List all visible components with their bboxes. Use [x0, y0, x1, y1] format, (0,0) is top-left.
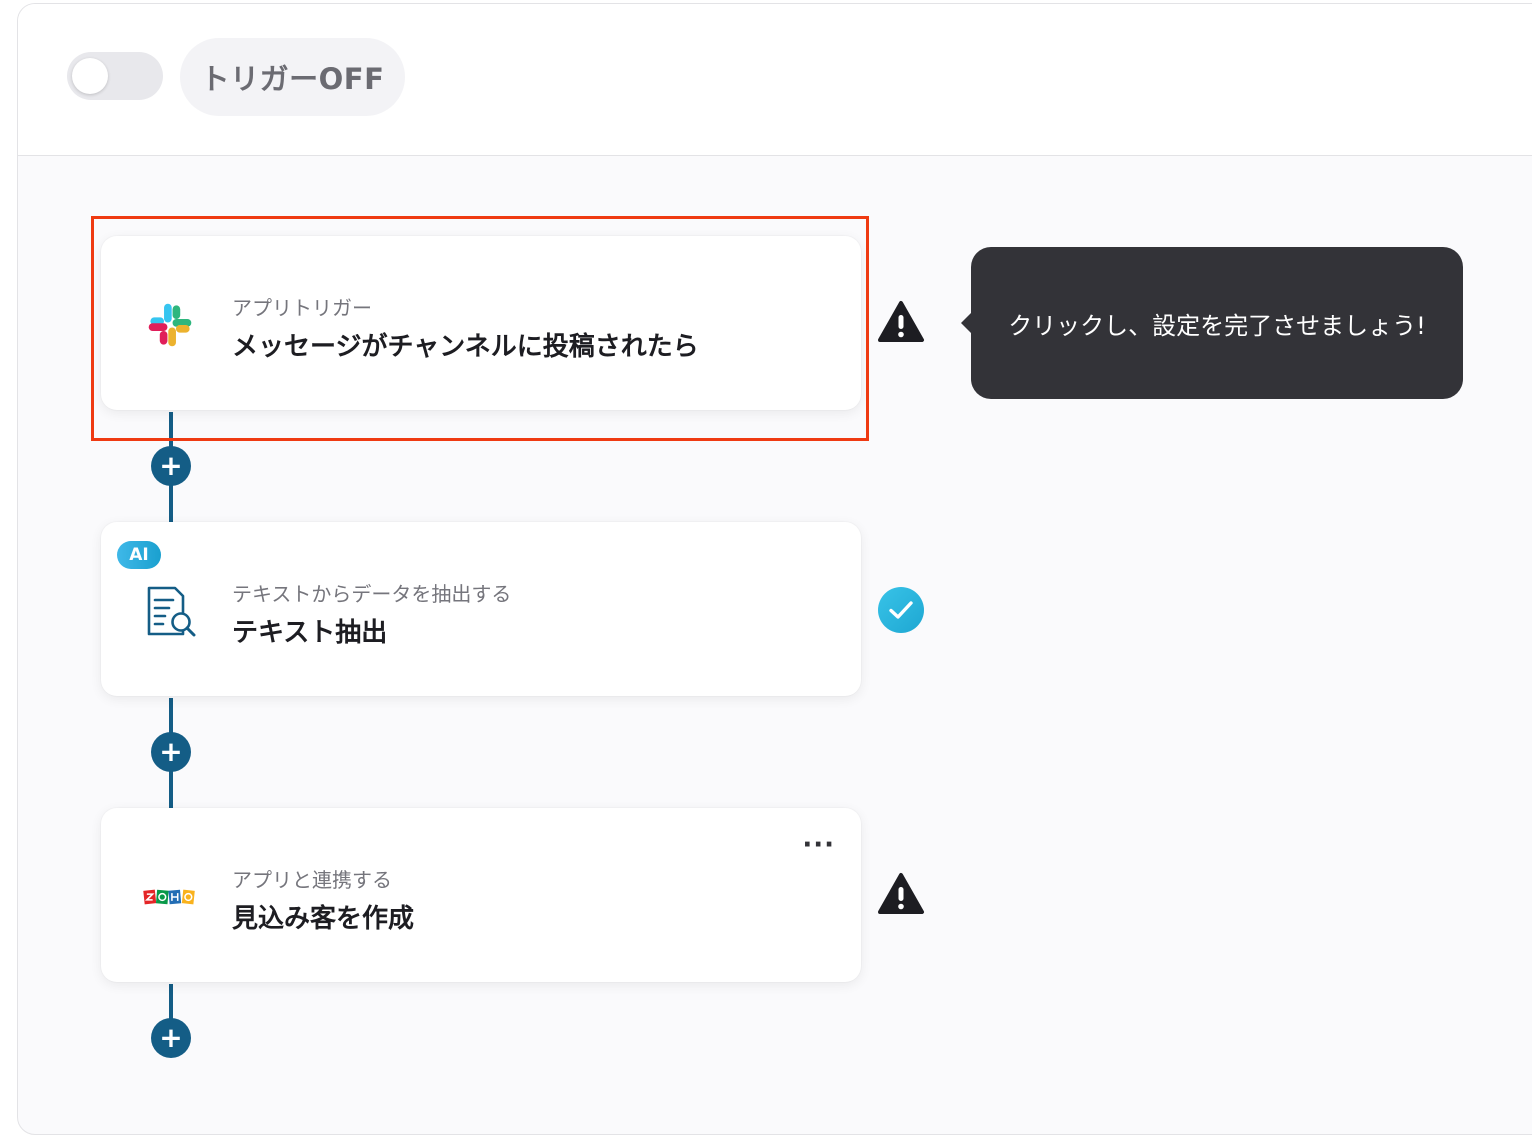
slack-icon	[143, 298, 197, 352]
step-title: 見込み客を作成	[232, 904, 415, 934]
flow-editor-panel: トリガーOFF + + + アプリトリガー メッセージがチャンネルに投稿されたら…	[17, 3, 1532, 1135]
add-step-button[interactable]: +	[151, 1018, 191, 1058]
step-subtitle: アプリトリガー	[232, 296, 372, 320]
tooltip-text: クリックし、設定を完了させましょう!	[1008, 311, 1426, 340]
step-title: メッセージがチャンネルに投稿されたら	[232, 332, 699, 362]
trigger-status-label: トリガーOFF	[180, 38, 405, 116]
step-subtitle: アプリと連携する	[232, 868, 392, 892]
step-card-text-extraction[interactable]: AI テキストからデータを抽出する テキスト抽出	[101, 522, 861, 696]
step-card-slack-trigger[interactable]: アプリトリガー メッセージがチャンネルに投稿されたら	[101, 236, 861, 410]
warning-icon	[877, 870, 925, 918]
more-options-icon[interactable]: ···	[802, 832, 835, 858]
tooltip-arrow	[961, 313, 971, 333]
top-bar: トリガーOFF	[18, 4, 1532, 156]
ai-badge: AI	[117, 541, 161, 569]
add-step-button[interactable]: +	[151, 446, 191, 486]
toggle-knob	[72, 58, 108, 94]
document-search-icon	[143, 584, 197, 638]
check-circle-icon	[877, 586, 925, 634]
step-title: テキスト抽出	[232, 618, 388, 648]
step-subtitle: テキストからデータを抽出する	[232, 582, 512, 606]
step-card-zoho-create-lead[interactable]: ··· アプリと連携する 見込み客を作成	[101, 808, 861, 982]
zoho-logo-icon	[143, 870, 197, 924]
add-step-button[interactable]: +	[151, 732, 191, 772]
warning-icon	[877, 298, 925, 346]
trigger-toggle[interactable]	[67, 52, 163, 100]
setup-tooltip: クリックし、設定を完了させましょう!	[961, 247, 1463, 399]
